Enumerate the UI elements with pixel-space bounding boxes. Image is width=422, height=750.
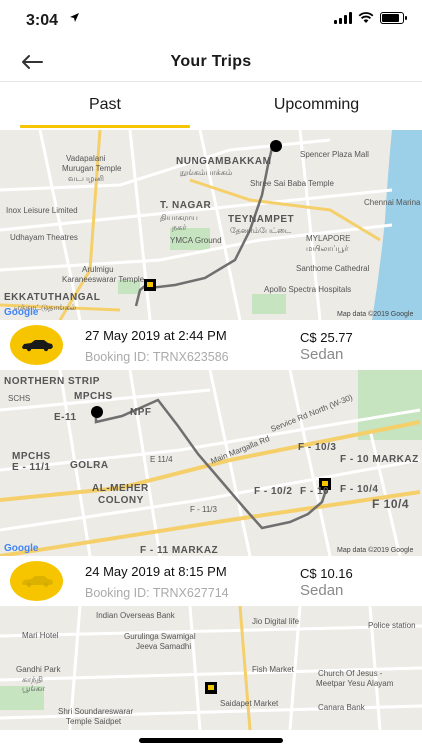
trip-map[interactable]: Indian Overseas Bank Mari Hotel Guruling… [0,606,422,730]
svg-text:EKKATUTHANGAL: EKKATUTHANGAL [4,292,100,303]
svg-text:Meetpar Yesu Alayam: Meetpar Yesu Alayam [316,679,394,688]
navigation-bar: Your Trips [0,44,422,82]
wifi-icon [358,12,374,23]
car-icon [21,576,53,588]
svg-text:Police station: Police station [368,621,416,630]
svg-text:Church Of Jesus -: Church Of Jesus - [318,669,383,678]
svg-text:SCHS: SCHS [8,394,30,403]
svg-text:Arulmigu: Arulmigu [82,265,114,274]
location-arrow-icon [69,12,80,26]
tab-upcoming[interactable]: Upcomming [211,82,422,130]
svg-text:Santhome Cathedral: Santhome Cathedral [296,264,370,273]
car-type: Sedan [300,346,344,363]
svg-text:தேனாம்பேட்டை: தேனாம்பேட்டை [230,226,292,235]
svg-text:F - 10/3: F - 10/3 [298,442,336,453]
svg-text:E - 11/1: E - 11/1 [12,462,50,473]
svg-text:Udhayam Theatres: Udhayam Theatres [10,233,78,242]
trip-map[interactable]: NORTHERN STRIP MPCHS SCHS E-11 NPF E 11/… [0,370,422,556]
booking-id: Booking ID: TRNX627714 [85,586,229,600]
trip-tabs: Past Upcomming [0,82,422,130]
trip-date: 27 May 2019 at 2:44 PM [85,328,227,343]
trip-row[interactable]: 24 May 2019 at 8:15 PM Booking ID: TRNX6… [0,556,422,606]
svg-text:தியாகராய: தியாகராய [160,213,198,222]
battery-icon [380,12,407,24]
status-bar: 3:04 [0,0,422,44]
svg-text:வடபழனி: வடபழனி [68,174,104,183]
svg-text:F - 10: F - 10 [300,486,329,497]
svg-text:MYLAPORE: MYLAPORE [306,234,350,243]
home-indicator[interactable] [139,738,283,743]
svg-text:Fish Market: Fish Market [252,665,295,674]
trip-map[interactable]: NUNGAMBAKKAM நுங்கம்பாக்கம் Spencer Plaz… [0,130,422,320]
map-end-pin [270,140,282,152]
svg-text:NUNGAMBAKKAM: NUNGAMBAKKAM [176,156,271,167]
page-title: Your Trips [170,53,252,70]
car-icon [21,340,53,352]
svg-text:F - 11/3: F - 11/3 [190,505,218,514]
svg-text:Saidapet Market: Saidapet Market [220,699,279,708]
svg-text:மயிலாப்பூர்: மயிலாப்பூர் [306,244,349,253]
battery-level [382,14,399,22]
svg-text:E 11/4: E 11/4 [150,455,173,464]
trip-date: 24 May 2019 at 8:15 PM [85,564,227,579]
svg-text:COLONY: COLONY [98,495,144,506]
svg-text:Vadapalani: Vadapalani [66,154,106,163]
svg-text:Murugan Temple: Murugan Temple [62,164,122,173]
svg-text:F 10/4: F 10/4 [372,497,409,511]
car-type: Sedan [300,582,344,599]
svg-text:YMCA Ground: YMCA Ground [170,236,222,245]
map-credit: Map data ©2019 Google [337,546,413,554]
svg-text:GOLRA: GOLRA [70,460,109,471]
svg-text:E-11: E-11 [54,412,77,423]
trip-fare: C$ 25.77 [300,330,353,345]
svg-text:Chennai Marina Lighthouse: Chennai Marina Lighthouse [364,198,422,207]
svg-text:Inox Leisure Limited: Inox Leisure Limited [6,206,78,215]
svg-text:MPCHS: MPCHS [12,451,51,462]
svg-text:Temple Saidpet: Temple Saidpet [66,717,122,726]
svg-text:T. NAGAR: T. NAGAR [160,200,212,211]
tab-past[interactable]: Past [20,82,190,130]
svg-text:நுங்கம்பாக்கம்: நுங்கம்பாக்கம் [180,168,232,178]
svg-text:Shree Sai Baba Temple: Shree Sai Baba Temple [250,179,334,188]
svg-text:F - 10/2: F - 10/2 [254,486,292,497]
car-badge [10,561,63,601]
booking-id: Booking ID: TRNX623586 [85,350,229,364]
svg-text:Gurulinga Swamigal: Gurulinga Swamigal [124,632,196,641]
svg-text:F - 10 MARKAZ: F - 10 MARKAZ [340,454,419,465]
svg-text:நகர்: நகர் [172,223,187,232]
map-credit: Map data ©2019 Google [337,310,413,318]
svg-text:MPCHS: MPCHS [74,391,113,402]
svg-text:Spencer Plaza Mall: Spencer Plaza Mall [300,150,369,159]
svg-text:TEYNAMPET: TEYNAMPET [228,214,294,225]
svg-text:Mari Hotel: Mari Hotel [22,631,59,640]
google-logo: Google [4,307,39,318]
trip-fare: C$ 10.16 [300,566,353,581]
svg-text:Jeeva Samadhi: Jeeva Samadhi [136,642,191,651]
trip-row[interactable]: 27 May 2019 at 2:44 PM Booking ID: TRNX6… [0,320,422,370]
svg-text:Canara Bank: Canara Bank [318,703,366,712]
google-logo: Google [4,543,39,554]
svg-text:Shri Soundareswarar: Shri Soundareswarar [58,707,133,716]
svg-text:AL-MEHER: AL-MEHER [92,483,149,494]
car-badge [10,325,63,365]
svg-text:NORTHERN STRIP: NORTHERN STRIP [4,376,100,387]
svg-text:Apollo Spectra Hospitals: Apollo Spectra Hospitals [264,285,351,294]
signal-icon [334,12,352,24]
svg-text:F - 11 MARKAZ: F - 11 MARKAZ [140,545,218,556]
tab-selected-indicator [20,125,190,128]
svg-text:Gandhi Park: Gandhi Park [16,665,61,674]
map-end-pin [91,406,103,418]
status-icons [334,12,407,24]
svg-text:NPF: NPF [130,407,152,418]
status-time: 3:04 [26,12,59,29]
svg-text:காந்தி: காந்தி [22,675,43,684]
svg-text:பூங்கா: பூங்கா [22,684,46,693]
svg-text:Indian Overseas Bank: Indian Overseas Bank [96,611,176,620]
svg-text:F - 10/4: F - 10/4 [340,484,378,495]
svg-text:Jio Digital life: Jio Digital life [252,617,300,626]
svg-text:Karaneeswarar Temple: Karaneeswarar Temple [62,275,145,284]
